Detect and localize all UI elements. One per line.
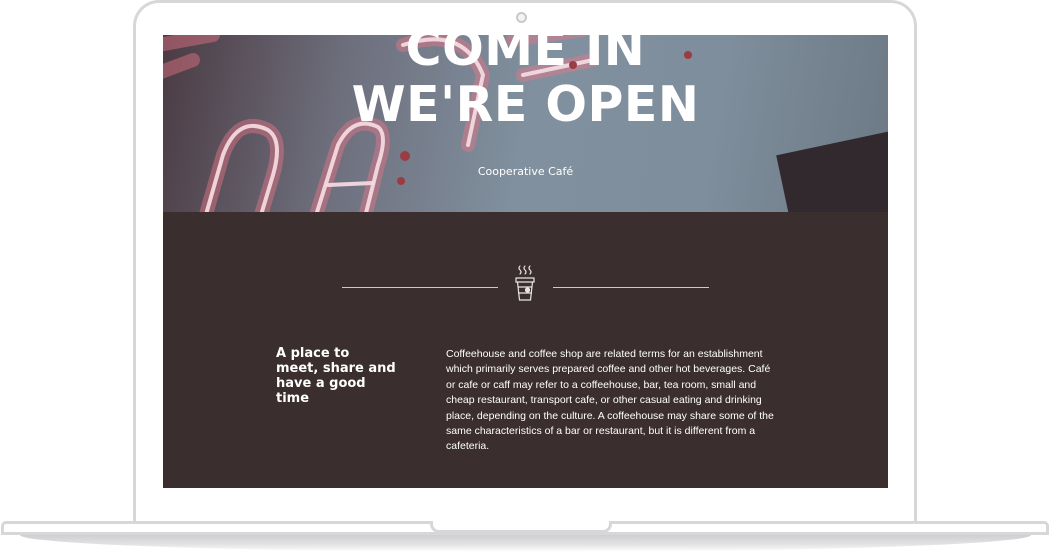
tagline: A place to meet, share and have a good t… xyxy=(276,346,396,406)
hero-title-line-2: WE'RE OPEN xyxy=(351,76,700,133)
description-text: Coffeehouse and coffee shop are related … xyxy=(446,348,774,453)
hero-banner: COME IN WE'RE OPEN Cooperative Café xyxy=(163,35,888,212)
hero-subtitle: Cooperative Café xyxy=(477,165,574,178)
laptop-shadow xyxy=(20,535,1031,552)
laptop-opening-notch xyxy=(430,521,612,533)
webcam-icon xyxy=(516,12,527,23)
divider-right xyxy=(553,287,709,288)
coffee-cup-icon xyxy=(515,265,535,301)
hero-title-line-1: COME IN xyxy=(405,35,646,77)
laptop-screen: COME IN WE'RE OPEN Cooperative Café A pl… xyxy=(163,35,888,488)
divider-left xyxy=(342,287,498,288)
